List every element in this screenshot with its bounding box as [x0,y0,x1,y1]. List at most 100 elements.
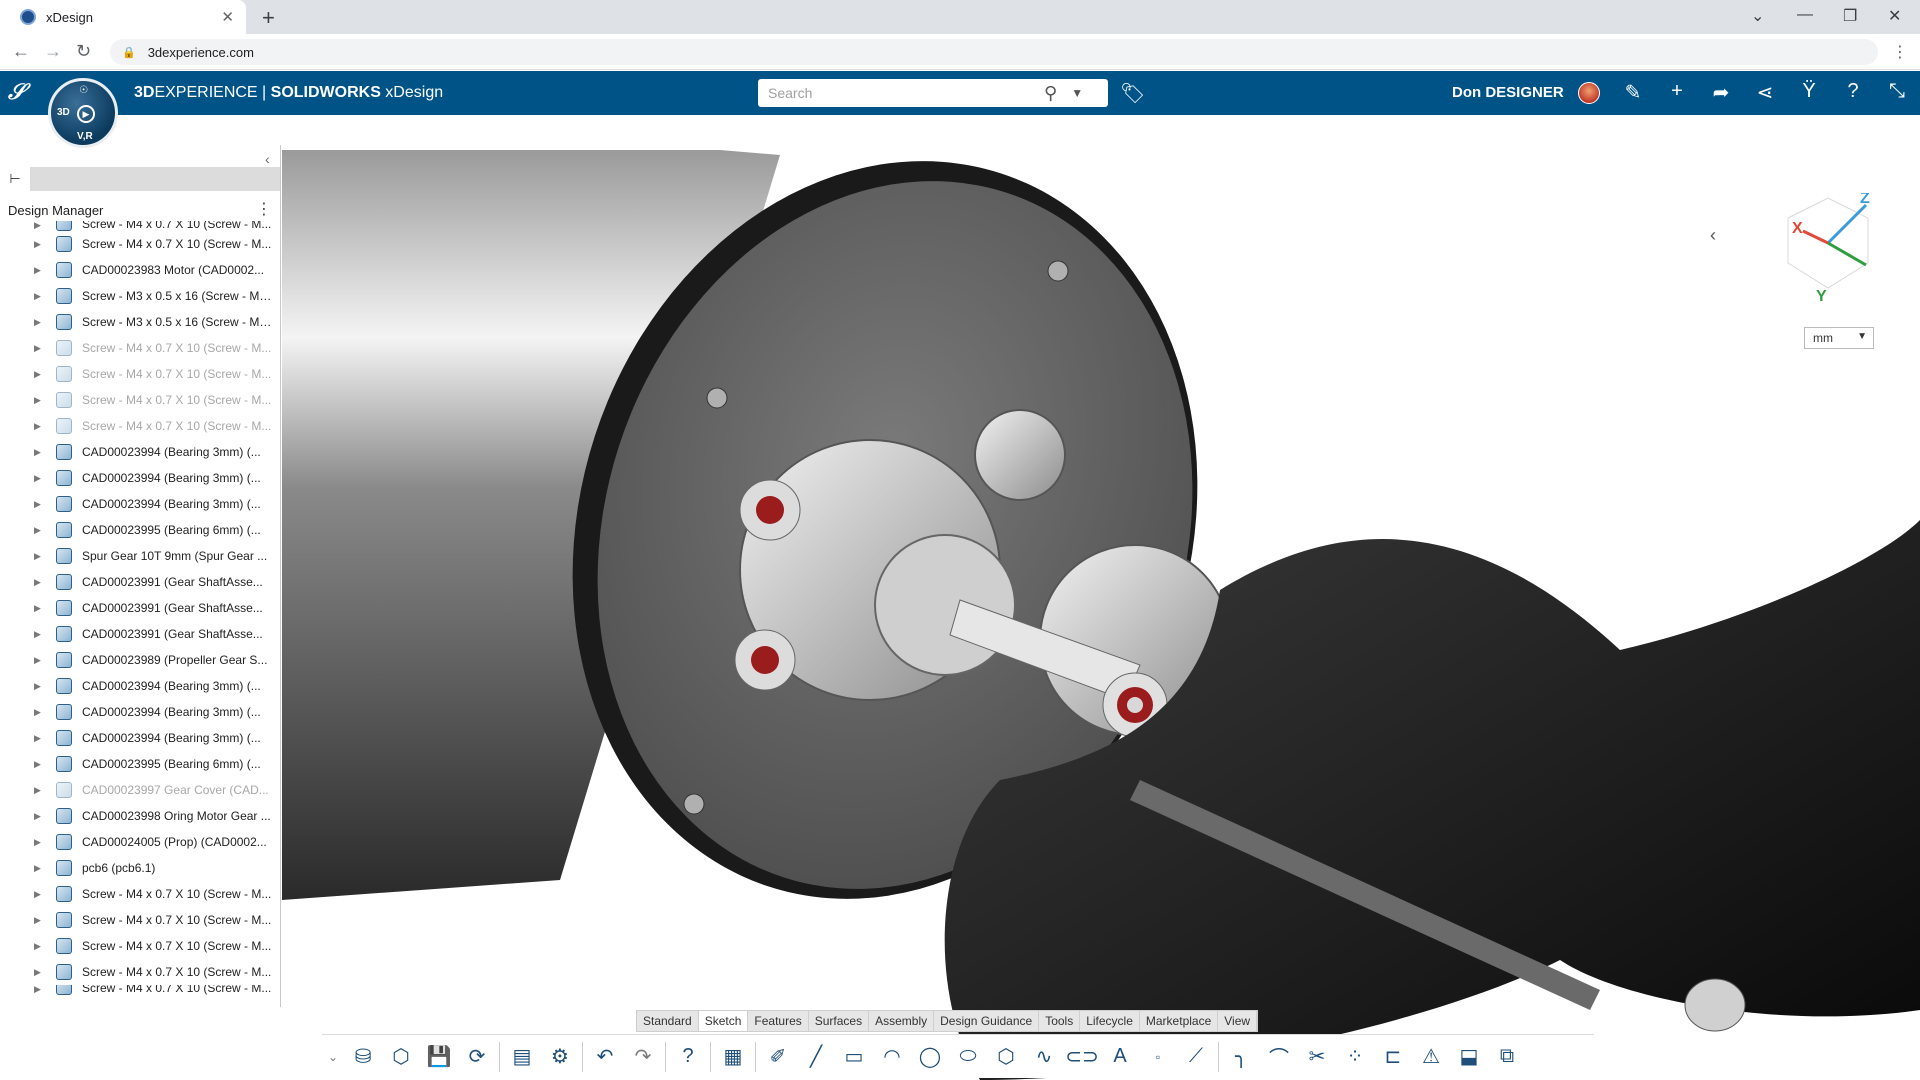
browser-menu-icon[interactable]: ⋮ [1892,42,1908,62]
expand-arrow-icon[interactable]: ▶ [34,733,42,744]
tree-item[interactable]: ▶ Spur Gear 10T 9mm (Spur Gear ... [0,543,280,569]
expand-arrow-icon[interactable]: ▶ [34,551,42,562]
smart-sketch-icon[interactable]: ✐ [761,1040,795,1074]
tree-item[interactable]: ▶ CAD00023983 Motor (CAD0002... [0,257,280,283]
expand-arrow-icon[interactable]: ▶ [34,811,42,822]
tree-item[interactable]: ▶ pcb6 (pcb6.1) [0,855,280,881]
rectangle-icon[interactable]: ▭ [837,1040,871,1074]
reload-icon[interactable]: ↻ [76,41,91,62]
search-input[interactable] [768,85,1038,101]
back-arrow-icon[interactable]: ← [12,41,30,62]
expand-arrow-icon[interactable]: ▶ [34,317,42,328]
expand-arrow-icon[interactable]: ▶ [34,889,42,900]
line-icon[interactable]: ╱ [799,1040,833,1074]
expand-arrow-icon[interactable]: ▶ [34,707,42,718]
ds-logo-icon[interactable]: 𝒮 [8,79,25,105]
tree-item[interactable]: ▶ Screw - M3 x 0.5 x 16 (Screw - M3... [0,283,280,309]
tree-item[interactable]: ▶ Screw - M3 x 0.5 x 16 (Screw - M3... [0,309,280,335]
expand-arrow-icon[interactable]: ▶ [34,837,42,848]
toolbar-collapse-icon[interactable]: ⌄ [324,1040,342,1074]
expand-arrow-icon[interactable]: ▶ [34,473,42,484]
tree-item[interactable]: ▶ Screw - M4 x 0.7 X 10 (Screw - M... [0,907,280,933]
3d-viewport[interactable] [282,145,1920,1080]
expand-arrow-icon[interactable]: ▶ [34,447,42,458]
expand-arrow-icon[interactable]: ▶ [34,629,42,640]
new-part-icon[interactable]: ⬡ [384,1040,418,1074]
search-options-chevron-icon[interactable]: ▼ [1071,86,1083,100]
expand-arrow-icon[interactable]: ▶ [34,291,42,302]
add-icon[interactable]: + [1664,80,1690,103]
expand-arrow-icon[interactable]: ▶ [34,343,42,354]
trim-icon[interactable]: ✂ [1300,1040,1334,1074]
undo-icon[interactable]: ↶ [588,1040,622,1074]
tab-sketch[interactable]: Sketch [698,1011,749,1031]
tab-lifecycle[interactable]: Lifecycle [1080,1011,1140,1031]
point-icon[interactable]: ▫ [1141,1040,1175,1074]
units-select[interactable]: mm ▼ [1804,327,1874,349]
polygon-icon[interactable]: ⬡ [989,1040,1023,1074]
redo-icon[interactable]: ↷ [626,1040,660,1074]
tree-item[interactable]: ▶ Screw - M4 x 0.7 X 10 (Screw - M... [0,361,280,387]
tree-item[interactable]: ▶ CAD00023995 (Bearing 6mm) (... [0,517,280,543]
forward-arrow-icon[interactable]: → [44,41,62,62]
tree-item[interactable]: ▶ CAD00023994 (Bearing 3mm) (... [0,725,280,751]
expand-arrow-icon[interactable]: ▶ [34,941,42,952]
settings-icon[interactable]: ⚙ [543,1040,577,1074]
share-network-icon[interactable]: ⋖ [1752,80,1778,105]
expand-arrow-icon[interactable]: ▶ [34,525,42,536]
tree-item[interactable]: ▶ CAD00023991 (Gear ShaftAsse... [0,569,280,595]
tree-item[interactable]: ▶ Screw - M4 x 0.7 X 10 (Screw - M... [0,985,280,995]
expand-arrow-icon[interactable]: ▶ [34,915,42,926]
community-icon[interactable]: Ϋ [1796,80,1822,103]
tree-item[interactable]: ▶ Screw - M4 x 0.7 X 10 (Screw - M... [0,387,280,413]
minimize-button[interactable]: — [1797,6,1813,24]
help-toolbar-icon[interactable]: ? [671,1040,705,1074]
tree-item[interactable]: ▶ CAD00023994 (Bearing 3mm) (... [0,465,280,491]
expand-arrow-icon[interactable]: ▶ [34,221,42,231]
fillet-icon[interactable]: ╮ [1224,1040,1258,1074]
tab-assembly[interactable]: Assembly [869,1011,935,1031]
expand-arrow-icon[interactable]: ▶ [34,759,42,770]
data-management-icon[interactable]: ⛁ [346,1040,380,1074]
tab-surfaces[interactable]: Surfaces [809,1011,870,1031]
text-icon[interactable]: A [1103,1040,1137,1074]
sketch-grid-icon[interactable]: ▦ [716,1040,750,1074]
tab-view[interactable]: View [1218,1011,1258,1031]
expand-arrow-icon[interactable]: ▶ [34,395,42,406]
expand-arrow-icon[interactable]: ▶ [34,985,42,995]
tree-item[interactable]: ▶ CAD00023991 (Gear ShaftAsse... [0,621,280,647]
tree-item[interactable]: ▶ CAD00023994 (Bearing 3mm) (... [0,699,280,725]
slot-icon[interactable]: ⊂⊃ [1065,1040,1099,1074]
3d-sketch-icon[interactable]: ⬓ [1452,1040,1486,1074]
user-name[interactable]: Don DESIGNER [1452,84,1564,101]
save-icon[interactable]: 💾 [422,1040,456,1074]
fullscreen-icon[interactable]: ⤡ [1884,80,1910,103]
tree-item[interactable]: ▶ CAD00023989 (Propeller Gear S... [0,647,280,673]
circle-icon[interactable]: ◯ [913,1040,947,1074]
offset-icon[interactable]: ⊏ [1376,1040,1410,1074]
refresh-icon[interactable]: ⟳ [460,1040,494,1074]
compass-widget[interactable]: ☉ 3D ▶ V,R [48,78,118,148]
expand-arrow-icon[interactable]: ▶ [34,369,42,380]
view-triad[interactable]: Z X Y [1778,193,1878,303]
expand-arrow-icon[interactable]: ▶ [34,863,42,874]
tab-features[interactable]: Features [748,1011,809,1031]
search-icon[interactable]: ⚲ [1044,83,1057,104]
tree-item[interactable]: ▶ CAD00023991 (Gear ShaftAsse... [0,595,280,621]
new-tab-button[interactable]: + [262,5,275,31]
tree-item[interactable]: ▶ CAD00024005 (Prop) (CAD0002... [0,829,280,855]
tree-item[interactable]: ▶ CAD00023994 (Bearing 3mm) (... [0,673,280,699]
compass-north-icon[interactable]: ☉ [79,85,88,96]
tree-item[interactable]: ▶ CAD00023994 (Bearing 3mm) (... [0,439,280,465]
expand-arrow-icon[interactable]: ▶ [34,577,42,588]
view-panel-collapse-icon[interactable]: ‹ [1710,225,1716,246]
panel-options-icon[interactable]: ⋮ [256,199,272,219]
tree-item[interactable]: ▶ Screw - M4 x 0.7 X 10 (Screw - M... [0,959,280,985]
share-arrow-icon[interactable]: ➦ [1708,80,1734,105]
expand-arrow-icon[interactable]: ▶ [34,655,42,666]
pattern-icon[interactable]: ⁘ [1338,1040,1372,1074]
window-close-button[interactable]: ✕ [1888,6,1901,26]
relations-icon[interactable]: ⚠ [1414,1040,1448,1074]
restore-button[interactable]: ❐ [1843,6,1857,26]
expand-arrow-icon[interactable]: ▶ [34,603,42,614]
